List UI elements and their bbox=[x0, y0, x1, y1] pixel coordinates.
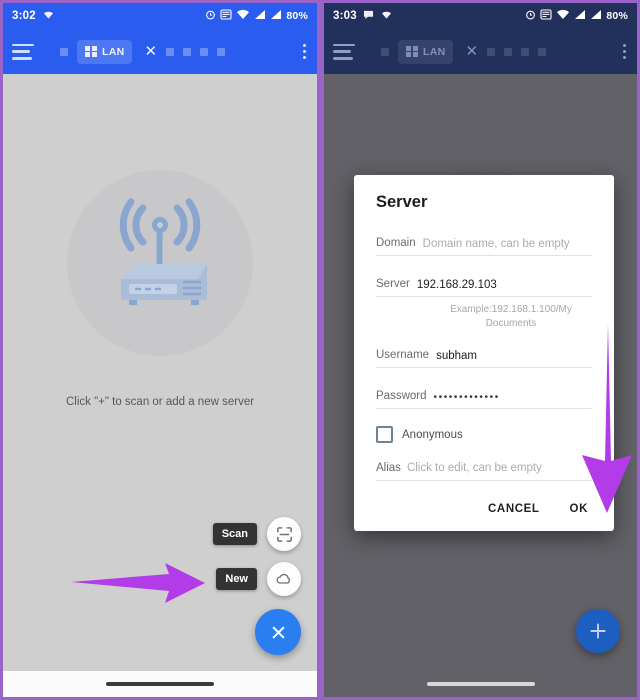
toolbar-chip-strip: LAN ✕ bbox=[381, 39, 621, 64]
battery-percent: 80% bbox=[606, 10, 628, 22]
field-server[interactable]: Server 192.168.29.103 bbox=[376, 269, 592, 297]
mute-icon bbox=[220, 9, 232, 23]
fab-new-label: New bbox=[216, 568, 257, 590]
hamburger-menu-icon[interactable] bbox=[12, 43, 34, 60]
kebab-menu-icon[interactable] bbox=[621, 40, 628, 63]
fab-speed-dial: Scan New bbox=[212, 517, 301, 655]
gesture-nav-bar bbox=[3, 671, 317, 697]
cancel-button[interactable]: CANCEL bbox=[488, 503, 540, 515]
right-phone-panel: Click "+" to scan or add a new server 3:… bbox=[320, 0, 640, 700]
field-label: Alias bbox=[376, 462, 401, 474]
wifi-icon bbox=[380, 9, 393, 23]
cellular-signal-icon bbox=[254, 9, 266, 23]
wifi-router-icon bbox=[85, 184, 235, 334]
fab-item-new[interactable]: New bbox=[216, 562, 301, 596]
lan-grid-icon bbox=[406, 46, 418, 57]
lan-chip[interactable]: LAN bbox=[398, 39, 454, 64]
status-bar-right: 80% bbox=[525, 9, 628, 23]
username-input[interactable]: subham bbox=[436, 350, 592, 362]
left-phone-panel: 3:02 80% LAN ✕ Click "+" to scan or add … bbox=[0, 0, 320, 700]
toolbar-chip-strip: LAN ✕ bbox=[60, 39, 301, 64]
toolbar-ghost-item bbox=[217, 47, 226, 56]
cloud-icon[interactable] bbox=[267, 562, 301, 596]
alias-input[interactable]: Click to edit, can be empty bbox=[407, 462, 592, 474]
field-label: Server bbox=[376, 278, 410, 290]
toolbar-ghost-item bbox=[60, 47, 68, 56]
toolbar-ghost-item bbox=[487, 47, 496, 56]
home-gesture-pill[interactable] bbox=[426, 682, 535, 686]
cellular-signal-2-icon bbox=[270, 9, 282, 23]
status-bar-right: 80% bbox=[205, 9, 308, 23]
field-username[interactable]: Username subham bbox=[376, 340, 592, 368]
field-alias[interactable]: Alias Click to edit, can be empty bbox=[376, 462, 592, 481]
status-clock: 3:03 bbox=[333, 10, 357, 22]
cellular-signal-icon bbox=[574, 9, 586, 23]
hamburger-menu-icon[interactable] bbox=[333, 43, 355, 60]
home-gesture-pill[interactable] bbox=[106, 682, 214, 686]
status-bar-left: 3:02 bbox=[12, 9, 55, 23]
dialog-title: Server bbox=[376, 193, 428, 211]
toolbar-ghost-item bbox=[166, 47, 175, 56]
domain-input[interactable]: Domain name, can be empty bbox=[423, 238, 592, 250]
anonymous-label: Anonymous bbox=[402, 428, 463, 441]
right-screen: Click "+" to scan or add a new server 3:… bbox=[324, 3, 637, 697]
status-clock: 3:02 bbox=[12, 10, 36, 22]
empty-state-content: Click "+" to scan or add a new server Sc… bbox=[3, 74, 317, 697]
status-bar: 3:02 80% bbox=[3, 3, 317, 29]
toolbar-ghost-item bbox=[381, 47, 389, 56]
scan-frame-icon[interactable] bbox=[267, 517, 301, 551]
close-icon[interactable]: ✕ bbox=[144, 44, 157, 59]
plus-icon bbox=[590, 623, 606, 639]
gesture-nav-bar bbox=[324, 671, 637, 697]
status-bar-left: 3:03 bbox=[333, 9, 393, 23]
left-screen: 3:02 80% LAN ✕ Click "+" to scan or add … bbox=[3, 3, 317, 697]
toolbar-ghost-item bbox=[504, 47, 513, 56]
server-help-text: Example:192.168.1.100/My Documents bbox=[450, 304, 572, 329]
wifi-icon bbox=[42, 9, 55, 23]
field-label: Password bbox=[376, 390, 427, 402]
dialog-actions: CANCEL OK bbox=[354, 481, 614, 531]
fab-scan-label: Scan bbox=[212, 523, 257, 545]
close-icon bbox=[272, 626, 284, 638]
app-bar: LAN ✕ bbox=[3, 29, 317, 74]
kebab-menu-icon[interactable] bbox=[301, 40, 308, 63]
mute-icon bbox=[540, 9, 552, 23]
lan-chip-label: LAN bbox=[102, 45, 125, 58]
toolbar-ghost-item bbox=[183, 47, 192, 56]
toolbar-ghost-item bbox=[538, 47, 547, 56]
toolbar-ghost-item bbox=[521, 47, 530, 56]
fab-item-scan[interactable]: Scan bbox=[212, 517, 301, 551]
fab-close-button[interactable] bbox=[255, 609, 301, 655]
alarm-icon bbox=[205, 9, 216, 23]
password-input[interactable]: ••••••••••••• bbox=[434, 392, 593, 403]
close-icon[interactable]: ✕ bbox=[465, 44, 478, 59]
cellular-signal-2-icon bbox=[590, 9, 602, 23]
server-dialog: Server Domain Domain name, can be empty … bbox=[354, 175, 614, 531]
empty-state-hint: Click "+" to scan or add a new server bbox=[65, 396, 255, 408]
wifi-signal-icon bbox=[556, 9, 570, 23]
wifi-signal-icon bbox=[236, 9, 250, 23]
field-label: Domain bbox=[376, 237, 416, 249]
chat-bubble-icon bbox=[363, 10, 374, 23]
field-label: Username bbox=[376, 349, 430, 361]
toolbar-ghost-item bbox=[200, 47, 209, 56]
lan-chip[interactable]: LAN bbox=[77, 39, 133, 64]
anonymous-checkbox[interactable] bbox=[376, 426, 393, 443]
ok-button[interactable]: OK bbox=[570, 503, 588, 515]
add-server-fab[interactable] bbox=[576, 609, 620, 653]
field-password[interactable]: Password ••••••••••••• bbox=[376, 381, 592, 409]
lan-grid-icon bbox=[85, 46, 97, 57]
lan-chip-label: LAN bbox=[423, 45, 446, 58]
anonymous-checkbox-row[interactable]: Anonymous bbox=[376, 426, 592, 443]
battery-percent: 80% bbox=[286, 10, 308, 22]
server-input[interactable]: 192.168.29.103 bbox=[417, 279, 592, 291]
status-bar: 3:03 80% bbox=[324, 3, 637, 29]
app-bar: LAN ✕ bbox=[324, 29, 637, 74]
field-domain[interactable]: Domain Domain name, can be empty bbox=[376, 228, 592, 256]
alarm-icon bbox=[525, 9, 536, 23]
screenshot-stage: 3:02 80% LAN ✕ Click "+" to scan or add … bbox=[0, 0, 640, 700]
